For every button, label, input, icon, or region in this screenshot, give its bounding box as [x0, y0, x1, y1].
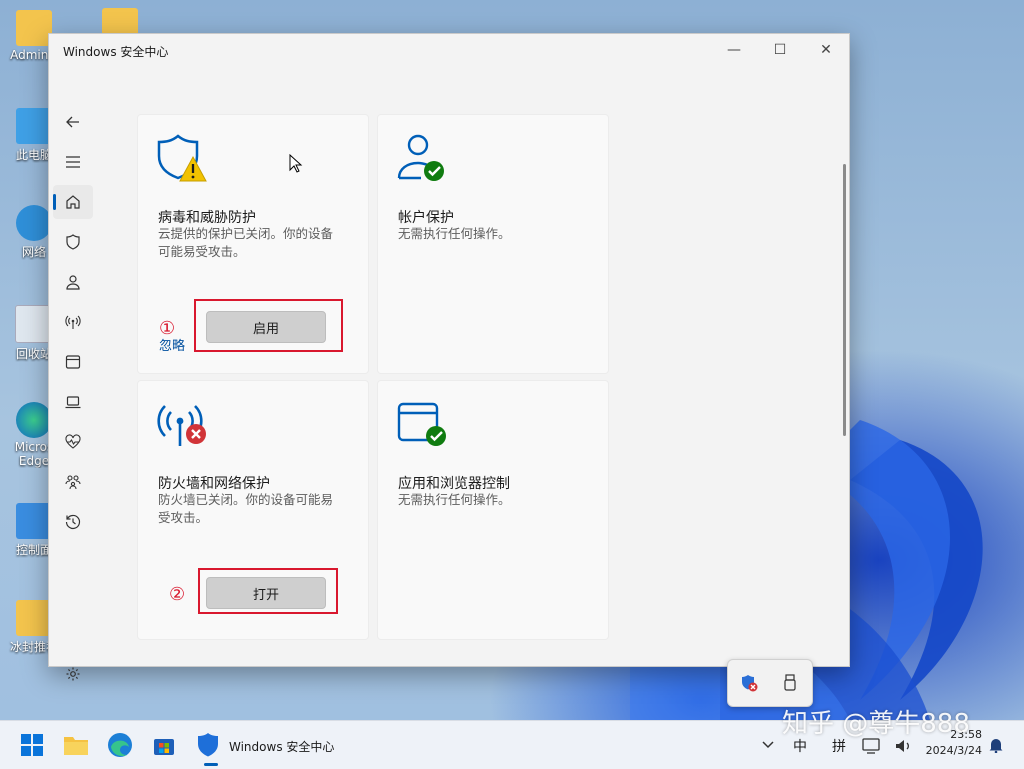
store-icon [154, 739, 174, 755]
close-icon: ✕ [820, 42, 832, 58]
card-title: 帐户保护 [398, 210, 454, 226]
shield-icon [66, 234, 80, 250]
home-content: 病毒和威胁防护 云提供的保护已关闭。你的设备 可能易受攻击。 忽略 ① 启用 帐… [97, 66, 849, 666]
annotation-number-1: ① [159, 318, 176, 339]
vertical-scrollbar[interactable] [843, 164, 846, 436]
firewall-error-icon [157, 405, 206, 446]
taskbar-app-label: Windows 安全中心 [229, 740, 335, 754]
card-description-line1: 云提供的保护已关闭。你的设备 [158, 226, 334, 241]
card-description-line2: 受攻击。 [158, 510, 209, 525]
maximize-icon: ☐ [773, 42, 787, 58]
family-icon [65, 475, 81, 490]
nav-virus-protection[interactable] [53, 225, 93, 259]
monitor-icon [16, 108, 52, 144]
back-button[interactable] [53, 105, 93, 139]
edge-icon [108, 733, 132, 757]
windows-logo-icon [21, 734, 43, 756]
clock-date: 2024/3/24 [925, 744, 982, 757]
globe-icon [16, 205, 52, 241]
window-title: Windows 安全中心 [63, 45, 169, 59]
edge-icon [16, 402, 52, 438]
turn-on-virus-protection-button[interactable]: 启用 [206, 311, 326, 343]
turn-on-firewall-button[interactable]: 打开 [206, 577, 326, 609]
laptop-icon [65, 396, 81, 409]
bell-icon [989, 739, 1003, 753]
hamburger-menu-icon [66, 156, 80, 168]
nav-device-health[interactable] [53, 425, 93, 459]
notification-bell-button[interactable] [984, 733, 1008, 757]
card-description: 无需执行任何操作。 [398, 492, 511, 507]
security-window: Windows 安全中心 — ☐ ✕ 病毒和威胁防护 云提供的保护已关闭。你的设… [48, 33, 850, 681]
maximize-button[interactable]: ☐ [757, 34, 803, 66]
nav-device-security[interactable] [53, 385, 93, 419]
app-window-icon [65, 355, 81, 369]
app-browser-ok-icon [397, 402, 446, 446]
card-app-browser-control[interactable]: 应用和浏览器控制 无需执行任何操作。 [377, 380, 609, 640]
card-description-line1: 防火墙已关闭。你的设备可能易 [158, 492, 334, 507]
settings-gear-icon [66, 667, 80, 681]
security-alert-tray-icon[interactable] [740, 674, 758, 692]
folder-icon [16, 600, 52, 636]
back-arrow-icon [66, 116, 79, 128]
folder-icon [16, 10, 52, 46]
history-icon [65, 514, 81, 530]
show-hidden-icons-button[interactable] [752, 729, 784, 761]
chevron-down-icon [762, 741, 774, 749]
windows-security-shield-icon [198, 733, 218, 757]
nav-settings[interactable] [53, 657, 93, 691]
taskbar-file-explorer[interactable] [60, 729, 92, 761]
watermark-text: 知乎 @尊牛888 [782, 709, 970, 739]
tray-overflow-popup [727, 659, 813, 707]
minimize-button[interactable]: — [711, 34, 757, 66]
nav-firewall[interactable] [53, 305, 93, 339]
menu-button[interactable] [53, 145, 93, 179]
card-title: 防火墙和网络保护 [158, 476, 270, 492]
title-bar[interactable]: Windows 安全中心 — ☐ ✕ [49, 34, 849, 66]
annotation-number-2: ② [169, 584, 186, 605]
usb-drive-tray-icon[interactable] [782, 674, 798, 692]
person-icon [66, 275, 80, 290]
nav-app-browser[interactable] [53, 345, 93, 379]
account-ok-icon [397, 134, 444, 181]
wireless-antenna-icon [65, 315, 81, 329]
taskbar-windows-security[interactable]: Windows 安全中心 [192, 721, 340, 769]
control-panel-icon [16, 503, 52, 539]
nav-protection-history[interactable] [53, 505, 93, 539]
card-title: 应用和浏览器控制 [398, 476, 510, 492]
home-icon [66, 195, 80, 209]
card-description-line2: 可能易受攻击。 [158, 244, 246, 259]
taskbar-store[interactable] [148, 729, 180, 761]
start-button[interactable] [16, 729, 48, 761]
nav-family-options[interactable] [53, 465, 93, 499]
heart-pulse-icon [65, 434, 81, 449]
card-account-protection[interactable]: 帐户保护 无需执行任何操作。 [377, 114, 609, 374]
card-description: 无需执行任何操作。 [398, 226, 511, 241]
nav-account-protection[interactable] [53, 265, 93, 299]
card-title: 病毒和威胁防护 [158, 210, 256, 226]
nav-sidebar [49, 66, 97, 681]
close-button[interactable]: ✕ [803, 34, 849, 66]
nav-home[interactable] [53, 185, 93, 219]
minimize-icon: — [727, 42, 741, 58]
button-label: 启用 [252, 321, 279, 337]
taskbar-edge[interactable] [104, 729, 136, 761]
mouse-cursor-icon [289, 154, 303, 173]
shield-warning-icon [157, 134, 207, 182]
file-explorer-icon [64, 737, 88, 755]
running-indicator [204, 763, 218, 766]
button-label: 打开 [252, 587, 279, 603]
